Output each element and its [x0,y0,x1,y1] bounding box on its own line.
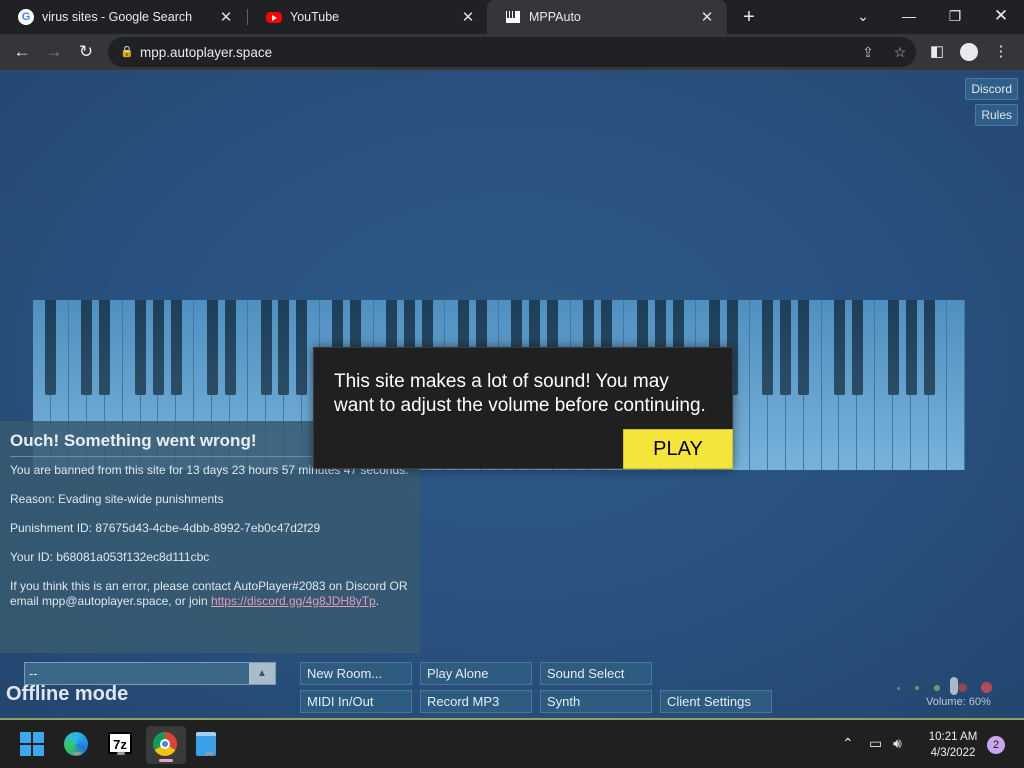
web-page: Discord Rules Ouch! Something went wrong… [0,70,1024,718]
midi-in-out-button[interactable]: MIDI In/Out [300,690,412,713]
forward-arrow-icon[interactable]: → [41,39,67,65]
discord-invite-link[interactable]: https://discord.gg/4g8JDH8yTp [211,594,376,608]
black-key[interactable] [834,300,846,395]
discord-button[interactable]: Discord [965,78,1018,100]
black-key[interactable] [81,300,93,395]
menu-kebab-icon[interactable]: ⋮ [988,39,1014,65]
tab-mppauto[interactable]: MPPAuto ✕ [487,0,727,34]
volume-dot [958,683,967,692]
tab-title: MPPAuto [529,10,581,24]
user-id: Your ID: b68081a053f132ec8d111cbc [10,550,210,564]
lock-icon[interactable]: 🔒 [120,45,134,59]
black-key[interactable] [170,300,182,395]
offline-mode-label: Offline mode [6,683,129,705]
reload-icon[interactable]: ↻ [73,39,99,65]
black-key[interactable] [923,300,935,395]
network-icon[interactable]: ▭ [869,735,882,752]
close-window-button[interactable]: ✕ [978,0,1024,34]
punishment-id: Punishment ID: 87675d43-4cbe-4dbb-8992-7… [10,521,321,535]
notification-badge[interactable]: 2 [987,736,1005,754]
black-key[interactable] [887,300,899,395]
link-suffix: . [375,594,380,608]
black-key[interactable] [296,300,308,395]
windows-start-icon[interactable] [20,732,46,758]
youtube-icon [266,9,282,25]
share-icon[interactable]: ⇪ [852,44,884,61]
google-g-icon: G [18,9,34,25]
triangle-up-icon[interactable]: ▲ [249,663,275,684]
side-panel-icon[interactable]: ◧ [924,39,950,65]
volume-dot [915,686,919,690]
room-select-value: -- [29,666,38,681]
tab-title: virus sites - Google Search [42,10,193,24]
profile-avatar-icon[interactable] [956,39,982,65]
client-settings-button[interactable]: Client Settings [660,690,772,713]
clock-date: 4/3/2022 [930,747,976,759]
black-key[interactable] [135,300,147,395]
black-key[interactable] [260,300,272,395]
rules-button[interactable]: Rules [975,104,1018,126]
black-key[interactable] [780,300,792,395]
tab-strip: G virus sites - Google Search ✕ YouTube … [0,0,1024,34]
black-key[interactable] [762,300,774,395]
notepad-icon[interactable] [196,732,222,758]
back-arrow-icon[interactable]: ← [9,39,35,65]
volume-dot [897,687,900,690]
tab-youtube[interactable]: YouTube ✕ [248,0,488,34]
sound-warning-modal: This site makes a lot of sound! You may … [313,347,733,469]
black-key[interactable] [152,300,164,395]
volume-slider-handle[interactable] [950,677,958,695]
chevron-up-icon[interactable]: ⌃ [842,735,854,752]
url-text[interactable]: mpp.autoplayer.space [140,45,852,60]
black-key[interactable] [851,300,863,395]
minimize-button[interactable]: — [886,0,932,34]
black-key[interactable] [798,300,810,395]
clock-time: 10:21 AM [928,731,978,743]
close-tab-icon[interactable]: ✕ [697,8,717,26]
volume-knob[interactable]: Volume: 60% [890,677,1000,709]
edge-icon[interactable] [64,732,90,758]
new-room-button[interactable]: New Room... [300,662,412,685]
ban-reason: Reason: Evading site-wide punishments [10,492,224,506]
black-key[interactable] [206,300,218,395]
bookmark-star-icon[interactable]: ☆ [884,44,916,61]
sound-select-button[interactable]: Sound Select [540,662,652,685]
piano-icon [505,9,521,25]
black-key[interactable] [45,300,57,395]
room-select[interactable]: -- ▲ [24,662,276,685]
taskbar: 7z ⌃ ▭ 🔊︎ 10:21 AM 4/3/2022 2 [0,718,1024,768]
close-tab-icon[interactable]: ✕ [458,8,478,26]
sound-warning-text: This site makes a lot of sound! You may … [334,371,706,416]
black-key[interactable] [905,300,917,395]
tab-google-search[interactable]: G virus sites - Google Search ✕ [0,0,246,34]
new-tab-button[interactable]: + [737,5,761,29]
record-mp3-button[interactable]: Record MP3 [420,690,532,713]
volume-dot [981,682,992,693]
tab-title: YouTube [290,10,340,24]
7zip-icon[interactable]: 7z [108,732,134,758]
tab-search-chevron-icon[interactable]: ⌄ [840,0,886,34]
restore-button[interactable]: ❐ [932,0,978,34]
chrome-icon[interactable] [146,726,186,764]
contact-text: If you think this is an error, please co… [10,579,410,609]
clock[interactable]: 10:21 AM 4/3/2022 [920,729,986,761]
black-key[interactable] [224,300,236,395]
speaker-icon[interactable]: 🔊︎ [893,735,902,752]
close-tab-icon[interactable]: ✕ [216,8,236,26]
play-alone-button[interactable]: Play Alone [420,662,532,685]
black-key[interactable] [99,300,111,395]
black-key[interactable] [278,300,290,395]
synth-button[interactable]: Synth [540,690,652,713]
volume-label: Volume: 60% [926,696,991,708]
address-bar[interactable]: 🔒 mpp.autoplayer.space ⇪ ☆ [108,37,916,67]
play-button[interactable]: PLAY [623,429,733,469]
volume-dot [934,685,940,691]
browser-toolbar: ← → ↻ 🔒 mpp.autoplayer.space ⇪ ☆ ◧ ⋮ [0,34,1024,70]
